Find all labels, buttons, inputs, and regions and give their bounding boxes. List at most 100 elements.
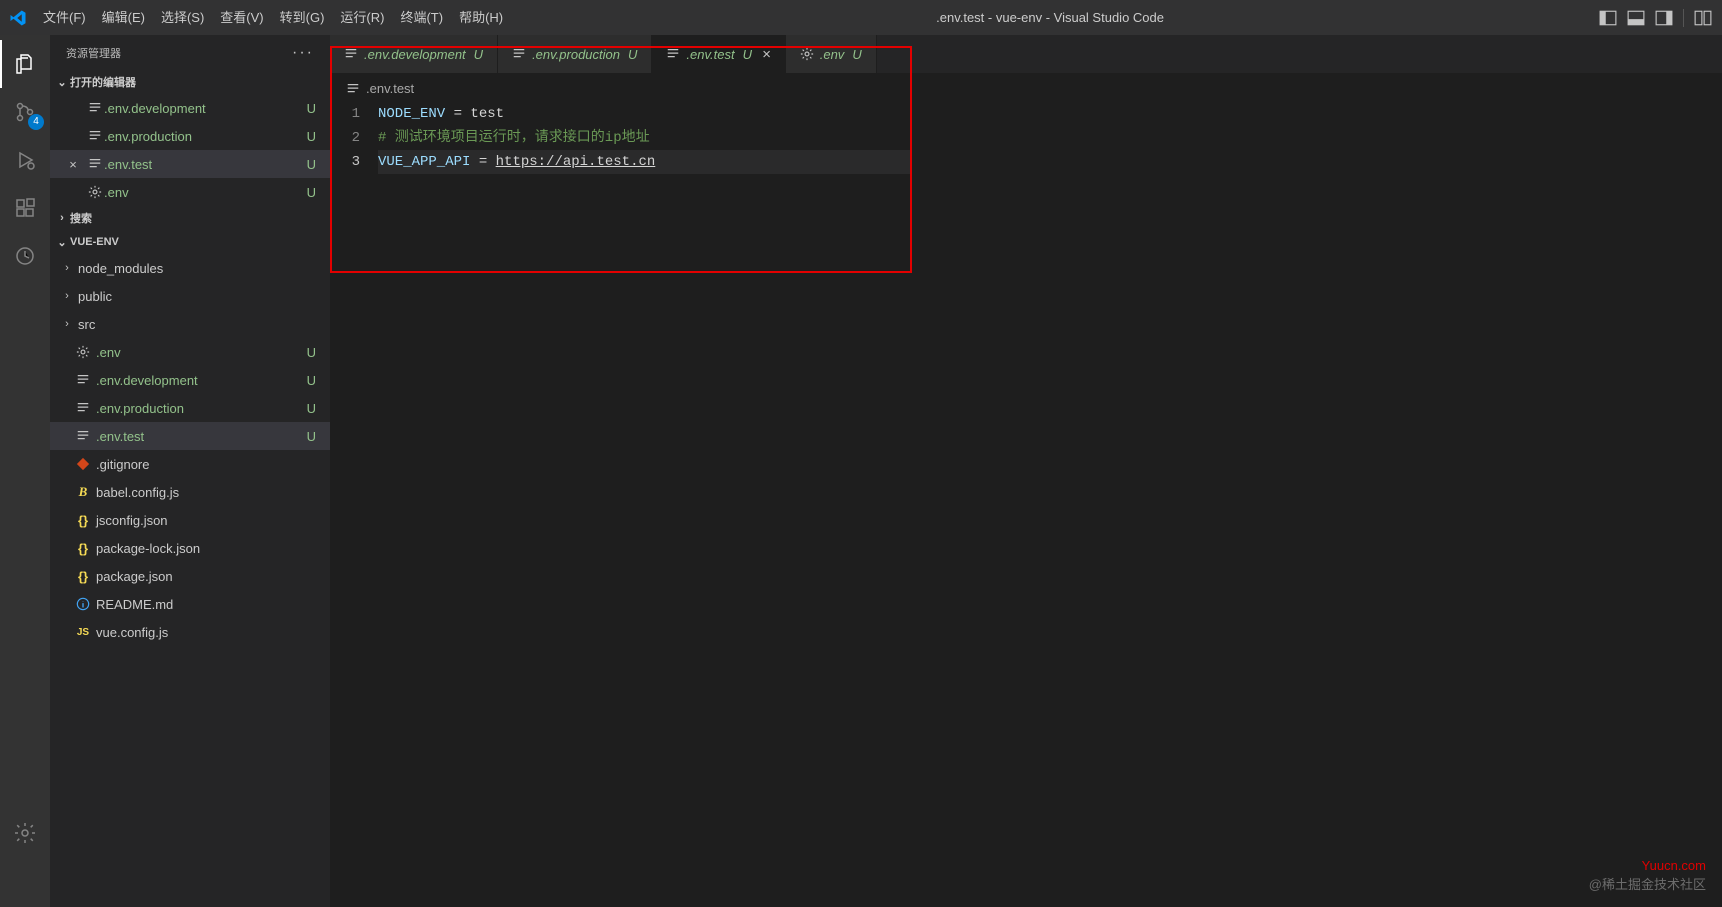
file-label: babel.config.js bbox=[92, 485, 320, 500]
toggle-primary-sidebar-icon[interactable] bbox=[1599, 9, 1617, 27]
chevron-down-icon: ⌄ bbox=[54, 236, 70, 249]
git-icon bbox=[74, 457, 92, 471]
folder-item[interactable]: ›node_modules bbox=[50, 254, 330, 282]
lines-icon bbox=[86, 101, 104, 115]
editor-area: .env.developmentU.env.productionU.env.te… bbox=[330, 35, 1722, 907]
file-item[interactable]: .envU bbox=[50, 338, 330, 366]
folder-label: node_modules bbox=[74, 261, 320, 276]
file-label: .env bbox=[92, 345, 307, 360]
code-line[interactable]: # 测试环境项目运行时，请求接口的ip地址 bbox=[378, 126, 910, 150]
activity-scm[interactable]: 4 bbox=[0, 88, 50, 136]
file-item[interactable]: {}jsconfig.json bbox=[50, 506, 330, 534]
breadcrumbs[interactable]: .env.test bbox=[332, 75, 910, 102]
file-item[interactable]: {}package.json bbox=[50, 562, 330, 590]
vcs-status: U bbox=[307, 429, 320, 444]
menu-run[interactable]: 运行(R) bbox=[332, 0, 392, 35]
file-label: .gitignore bbox=[92, 457, 320, 472]
vscode-logo-icon bbox=[0, 9, 35, 27]
folder-label: src bbox=[74, 317, 320, 332]
babel-icon: B bbox=[74, 484, 92, 500]
code-editor[interactable]: 123 NODE_ENV = test# 测试环境项目运行时，请求接口的ip地址… bbox=[332, 102, 910, 174]
activity-timeline[interactable] bbox=[0, 232, 50, 280]
menu-go[interactable]: 转到(G) bbox=[272, 0, 333, 35]
file-label: .env.development bbox=[92, 373, 307, 388]
gear-icon bbox=[74, 345, 92, 359]
lines-icon bbox=[74, 429, 92, 443]
file-label: README.md bbox=[92, 597, 320, 612]
open-editor-item[interactable]: .env.productionU bbox=[50, 122, 330, 150]
activity-extensions[interactable] bbox=[0, 184, 50, 232]
search-section[interactable]: › 搜索 bbox=[50, 206, 330, 230]
vcs-status: U bbox=[307, 129, 320, 144]
file-label: package.json bbox=[92, 569, 320, 584]
chevron-down-icon: ⌄ bbox=[54, 76, 70, 89]
sidebar-title: 资源管理器 bbox=[66, 45, 121, 61]
menu-edit[interactable]: 编辑(E) bbox=[94, 0, 153, 35]
chevron-right-icon: › bbox=[60, 262, 74, 274]
menu-file[interactable]: 文件(F) bbox=[35, 0, 94, 35]
open-editor-item[interactable]: × .env.testU bbox=[50, 150, 330, 178]
lines-icon bbox=[86, 157, 104, 171]
lines-icon bbox=[86, 129, 104, 143]
code-line[interactable]: NODE_ENV = test bbox=[378, 102, 910, 126]
vcs-status: U bbox=[307, 157, 320, 172]
menu-help[interactable]: 帮助(H) bbox=[451, 0, 511, 35]
title-bar: 文件(F) 编辑(E) 选择(S) 查看(V) 转到(G) 运行(R) 终端(T… bbox=[0, 0, 1722, 35]
file-item[interactable]: JSvue.config.js bbox=[50, 618, 330, 646]
line-gutter: 123 bbox=[332, 102, 378, 174]
folder-label: public bbox=[74, 289, 320, 304]
chevron-right-icon: › bbox=[60, 318, 74, 330]
folder-item[interactable]: ›src bbox=[50, 310, 330, 338]
customize-layout-icon[interactable] bbox=[1694, 9, 1712, 27]
file-item[interactable]: .env.developmentU bbox=[50, 366, 330, 394]
open-editors-section[interactable]: ⌄ 打开的编辑器 bbox=[50, 70, 330, 94]
open-editor-item[interactable]: .env.developmentU bbox=[50, 94, 330, 122]
activity-settings[interactable] bbox=[0, 809, 50, 857]
file-label: .env.test bbox=[104, 157, 307, 172]
lines-icon bbox=[74, 401, 92, 415]
project-section[interactable]: ⌄ VUE-ENV bbox=[50, 230, 330, 254]
file-item[interactable]: .gitignore bbox=[50, 450, 330, 478]
file-item[interactable]: .env.testU bbox=[50, 422, 330, 450]
file-lines-icon bbox=[346, 82, 360, 96]
layout-controls bbox=[1589, 9, 1722, 27]
menu-selection[interactable]: 选择(S) bbox=[153, 0, 212, 35]
breadcrumb-file: .env.test bbox=[366, 81, 414, 96]
vcs-status: U bbox=[307, 373, 320, 388]
close-icon[interactable]: × bbox=[60, 157, 86, 172]
file-item[interactable]: Bbabel.config.js bbox=[50, 478, 330, 506]
json-icon: {} bbox=[74, 513, 92, 528]
window-title: .env.test - vue-env - Visual Studio Code bbox=[511, 10, 1589, 25]
file-label: vue.config.js bbox=[92, 625, 320, 640]
line-number: 1 bbox=[332, 102, 360, 126]
file-item[interactable]: {}package-lock.json bbox=[50, 534, 330, 562]
folder-item[interactable]: ›public bbox=[50, 282, 330, 310]
scm-badge: 4 bbox=[28, 114, 44, 130]
gear-icon bbox=[86, 185, 104, 199]
open-editor-item[interactable]: .envU bbox=[50, 178, 330, 206]
file-label: package-lock.json bbox=[92, 541, 320, 556]
file-label: .env.development bbox=[104, 101, 307, 116]
explorer-sidebar: 资源管理器 ··· ⌄ 打开的编辑器 .env.developmentU.env… bbox=[50, 35, 330, 907]
toggle-panel-icon[interactable] bbox=[1627, 9, 1645, 27]
vcs-status: U bbox=[307, 101, 320, 116]
activity-bar: 4 bbox=[0, 35, 50, 907]
file-label: .env.production bbox=[104, 129, 307, 144]
code-line[interactable]: VUE_APP_API = https://api.test.cn bbox=[378, 150, 910, 174]
line-number: 2 bbox=[332, 126, 360, 150]
file-item[interactable]: .env.productionU bbox=[50, 394, 330, 422]
json-icon: {} bbox=[74, 569, 92, 584]
activity-explorer[interactable] bbox=[0, 40, 50, 88]
watermark-url: Yuucn.com bbox=[1642, 858, 1706, 873]
vcs-status: U bbox=[307, 185, 320, 200]
toggle-secondary-sidebar-icon[interactable] bbox=[1655, 9, 1673, 27]
json-icon: {} bbox=[74, 541, 92, 556]
vcs-status: U bbox=[307, 401, 320, 416]
watermark-credit: @稀土掘金技术社区 bbox=[1589, 874, 1706, 893]
menu-view[interactable]: 查看(V) bbox=[212, 0, 271, 35]
file-label: .env bbox=[104, 185, 307, 200]
menu-terminal[interactable]: 终端(T) bbox=[392, 0, 451, 35]
file-item[interactable]: README.md bbox=[50, 590, 330, 618]
sidebar-more-icon[interactable]: ··· bbox=[292, 44, 314, 62]
activity-run-debug[interactable] bbox=[0, 136, 50, 184]
